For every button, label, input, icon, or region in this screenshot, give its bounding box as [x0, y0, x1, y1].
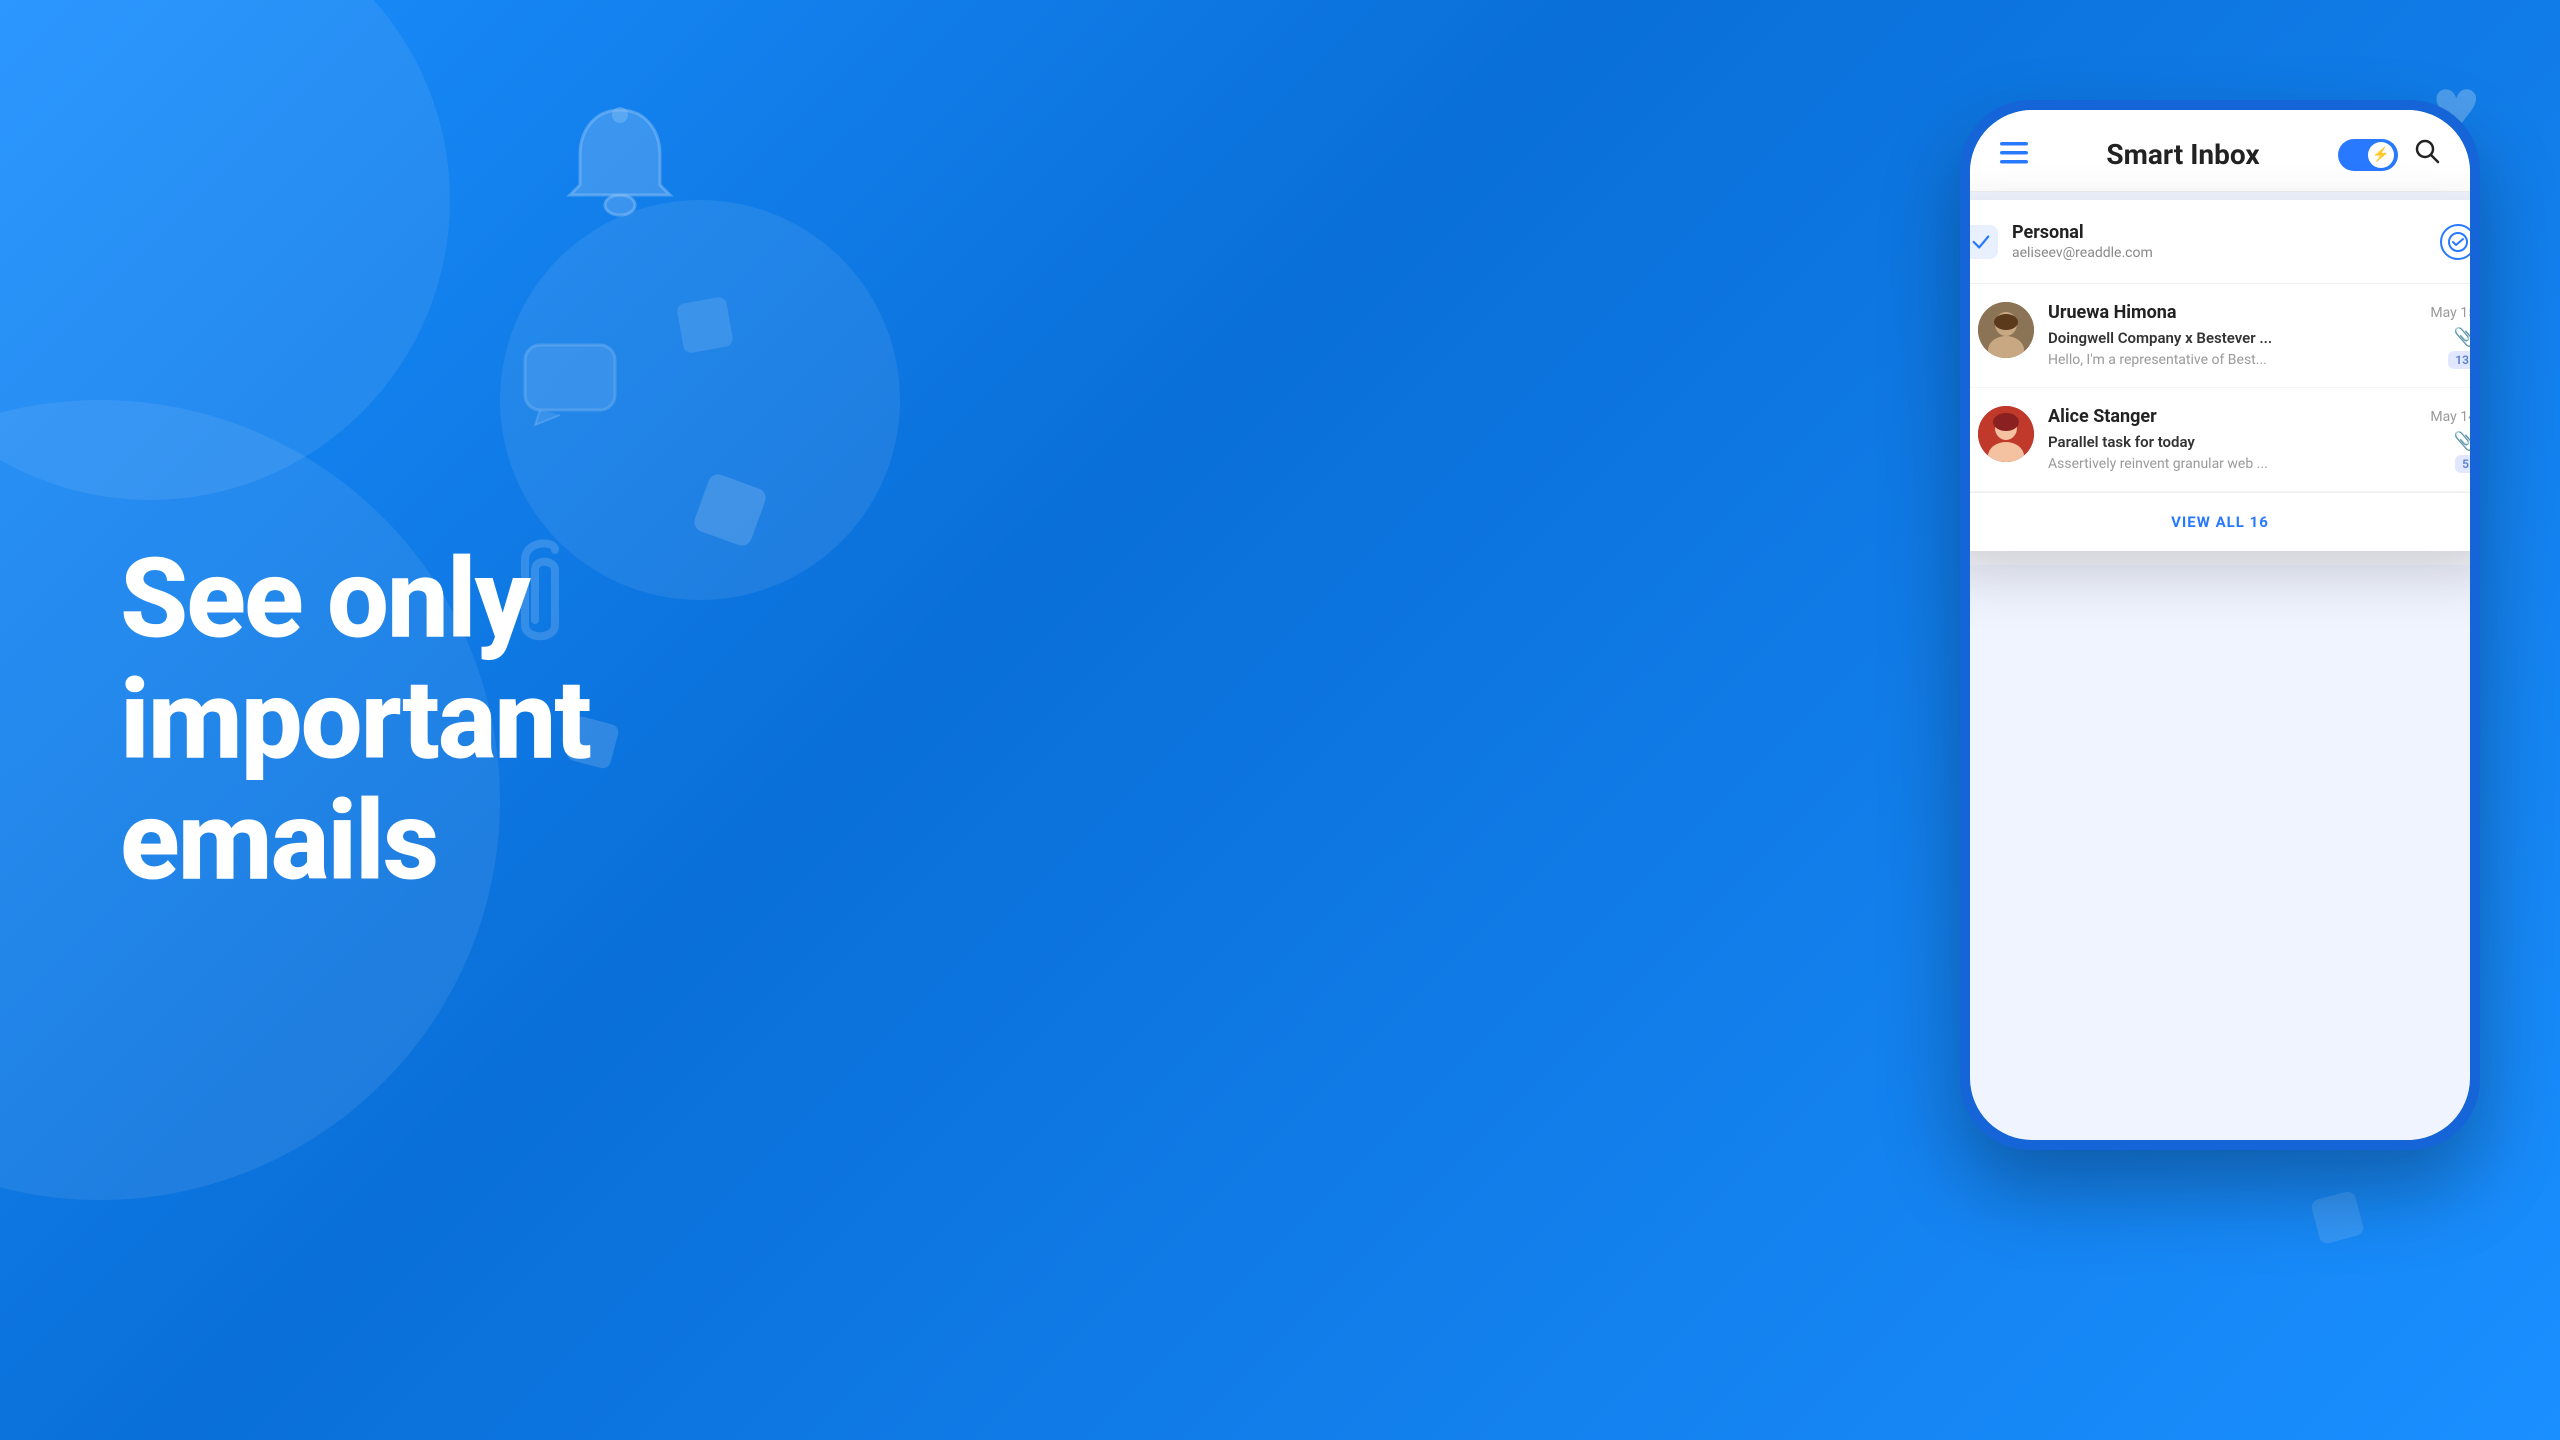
bg-bubble-1 — [0, 0, 450, 500]
chat-decoration — [520, 340, 620, 434]
date-uruewa: May 15 — [2430, 305, 2470, 321]
sender-alice: Alice Stanger — [2048, 406, 2157, 427]
attachment-alice: 📎 — [2454, 431, 2470, 452]
date-alice: May 14 — [2430, 409, 2470, 425]
header-icons: ⚡ — [2338, 138, 2440, 171]
preview-uruewa: Hello, I'm a representative of Best... 1… — [2048, 351, 2470, 369]
smart-toggle[interactable]: ⚡ — [2338, 139, 2398, 171]
email-content-alice: Alice Stanger May 14 Parallel task for t… — [2048, 406, 2470, 473]
headline-line1: See only — [120, 539, 740, 660]
bell-decoration — [560, 100, 680, 234]
email-item-uruewa[interactable]: Uruewa Himona May 15 Doingwell Company x… — [1970, 284, 2470, 388]
headline: See only important emails — [120, 539, 740, 902]
hamburger-icon[interactable] — [2000, 138, 2028, 171]
view-all-label: VIEW ALL 16 — [2171, 513, 2269, 531]
phone-outer: Smart Inbox ⚡ — [1960, 100, 2480, 1150]
view-all-button[interactable]: VIEW ALL 16 — [1970, 493, 2470, 551]
preview-alice: Assertively reinvent granular web ... 5 — [2048, 455, 2470, 473]
personal-icon — [1970, 225, 1998, 259]
avatar-alice — [1978, 406, 2034, 462]
personal-circle-check[interactable] — [2440, 224, 2470, 260]
personal-email: aeliseev@readdle.com — [2012, 245, 2440, 261]
email-item-alice[interactable]: Alice Stanger May 14 Parallel task for t… — [1970, 388, 2470, 492]
inbox-title: Smart Inbox — [2106, 138, 2259, 171]
email-top-alice: Alice Stanger May 14 — [2048, 406, 2470, 427]
subject-uruewa: Doingwell Company x Bestever ... 📎 — [2048, 327, 2470, 348]
count-uruewa: 13 — [2448, 351, 2470, 369]
personal-header: Personal aeliseev@readdle.com — [1970, 200, 2470, 284]
subject-alice: Parallel task for today 📎 — [2048, 431, 2470, 452]
headline-line2: important — [120, 660, 740, 781]
personal-popup: Personal aeliseev@readdle.com — [1970, 200, 2470, 551]
phone-inner: Smart Inbox ⚡ — [1970, 110, 2470, 1140]
rect-deco-1 — [692, 472, 769, 549]
personal-name: Personal — [2012, 222, 2440, 243]
personal-info: Personal aeliseev@readdle.com — [2012, 222, 2440, 261]
rect-deco-3 — [676, 296, 734, 354]
email-top-uruewa: Uruewa Himona May 15 — [2048, 302, 2470, 323]
sender-uruewa: Uruewa Himona — [2048, 302, 2177, 323]
search-icon[interactable] — [2414, 138, 2440, 171]
headline-line3: emails — [120, 781, 740, 902]
phone-mockup: Smart Inbox ⚡ — [1940, 50, 2500, 1390]
inbox-header: Smart Inbox ⚡ — [1970, 110, 2470, 192]
attachment-uruewa: 📎 — [2454, 327, 2470, 348]
avatar-uruewa — [1978, 302, 2034, 358]
toggle-knob: ⚡ — [2368, 142, 2394, 168]
count-alice: 5 — [2455, 455, 2470, 473]
email-content-uruewa: Uruewa Himona May 15 Doingwell Company x… — [2048, 302, 2470, 369]
bolt-icon: ⚡ — [2372, 147, 2389, 163]
left-content: See only important emails — [120, 539, 740, 902]
